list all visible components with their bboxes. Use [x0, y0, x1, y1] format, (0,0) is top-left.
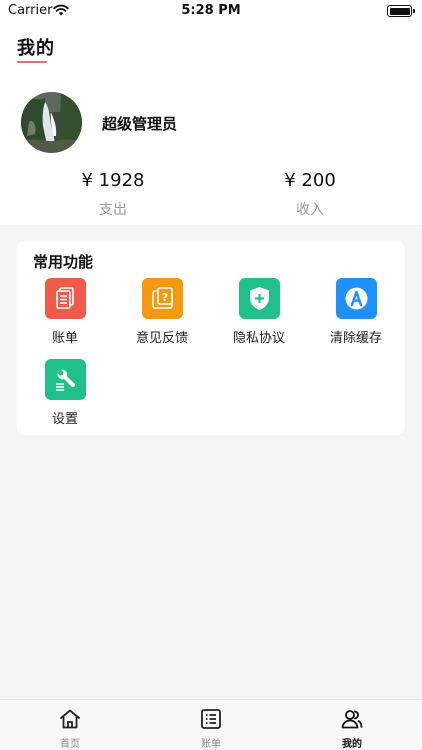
user-icon	[341, 710, 363, 729]
wrench-icon	[44, 359, 86, 400]
func-bill[interactable]: 账单	[17, 278, 113, 346]
tab-label: 账单	[201, 739, 221, 750]
common-functions-card: 常用功能 账单 ? 意见反馈 隐私协议 清除缓存 设置	[17, 241, 405, 435]
tab-label: 首页	[60, 739, 80, 750]
func-label: 隐私协议	[232, 331, 285, 346]
shield-plus-icon	[238, 278, 280, 319]
tab-home[interactable]: 首页	[0, 700, 140, 750]
clear-cache-icon	[335, 278, 377, 319]
feedback-icon: ?	[141, 278, 183, 319]
svg-text:?: ?	[161, 291, 167, 304]
expense-label: 支出	[99, 202, 127, 218]
tab-bill[interactable]: 账单	[141, 700, 281, 750]
status-bar: Carrier 5:28 PM	[0, 0, 422, 24]
func-settings[interactable]: 设置	[17, 359, 113, 427]
func-clear-cache[interactable]: 清除缓存	[308, 278, 404, 346]
tab-mine[interactable]: 我的	[282, 700, 422, 750]
func-privacy[interactable]: 隐私协议	[211, 278, 307, 346]
battery-icon	[387, 5, 415, 17]
tab-label: 我的	[342, 739, 362, 750]
avatar-image	[21, 92, 82, 153]
expense-value: ¥ 1928	[81, 170, 145, 191]
list-icon	[201, 709, 221, 729]
title-underline	[17, 61, 47, 63]
clock: 5:28 PM	[181, 3, 241, 18]
tab-bar: 首页 账单 我的	[0, 699, 422, 750]
income-label: 收入	[296, 202, 324, 218]
income-value: ¥ 200	[284, 170, 336, 191]
income-stat[interactable]: ¥ 200 收入	[235, 170, 385, 219]
page-title: 我的	[17, 38, 55, 59]
expense-stat[interactable]: ¥ 1928 支出	[38, 170, 188, 219]
username: 超级管理员	[102, 115, 178, 133]
func-feedback[interactable]: ? 意见反馈	[114, 278, 210, 346]
home-icon	[60, 709, 80, 729]
func-label: 账单	[51, 331, 78, 346]
bill-icon	[44, 278, 86, 319]
avatar[interactable]	[21, 92, 82, 153]
card-title: 常用功能	[33, 253, 94, 271]
func-label: 设置	[51, 412, 78, 427]
func-label: 清除缓存	[329, 331, 382, 346]
func-label: 意见反馈	[135, 331, 188, 346]
